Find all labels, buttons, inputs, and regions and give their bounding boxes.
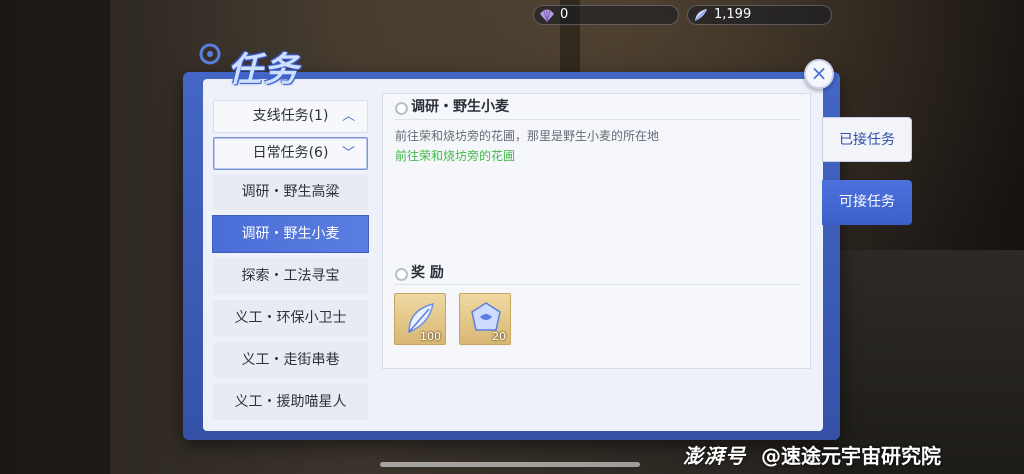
quest-item[interactable]: 义工・环保小卫士 [213, 300, 368, 336]
feather-icon [694, 9, 707, 22]
chevron-down-icon: ﹀ [341, 146, 355, 161]
watermark-brand: 澎湃号 [683, 444, 746, 468]
currency-shell: 0 [533, 5, 679, 25]
reward-count: 20 [492, 330, 506, 343]
quest-item[interactable]: 义工・援助喵星人 [213, 384, 368, 420]
currency-feather: 1,199 [687, 5, 832, 25]
panel-title: 任务 [196, 40, 366, 90]
category-label: 日常任务(6) [252, 145, 329, 161]
shell-icon [540, 9, 554, 23]
quest-item[interactable]: 探索・工法寻宝 [213, 258, 368, 294]
watermark-text: @速途元宇宙研究院 [760, 444, 941, 468]
tab-available-quests[interactable]: 可接任务 [822, 180, 912, 225]
quest-item[interactable]: 调研・野生高粱 [213, 174, 368, 210]
scene-shadow-left [0, 0, 110, 474]
quest-detail: 调研・野生小麦 前往荣和烧坊旁的花圃，那里是野生小麦的所在地 前往荣和烧坊旁的花… [382, 93, 811, 369]
quest-item-label: 义工・走街串巷 [241, 352, 340, 368]
quest-item-label: 调研・野生小麦 [241, 226, 340, 242]
quest-target[interactable]: 前往荣和烧坊旁的花圃 [395, 147, 515, 164]
watermark: 澎湃号 @速途元宇宙研究院 [683, 440, 941, 470]
tab-label: 可接任务 [839, 194, 895, 210]
quest-list: 支线任务(1) ︿ 日常任务(6) ﹀ 调研・野生高粱 调研・野生小麦 探索・工… [213, 100, 368, 426]
close-icon: × [810, 61, 828, 85]
divider [395, 119, 800, 120]
chevron-up-icon: ︿ [341, 109, 355, 124]
home-indicator[interactable] [380, 462, 640, 467]
close-button[interactable]: × [804, 59, 834, 89]
quest-item-label: 调研・野生高粱 [241, 184, 340, 200]
currency-shell-value: 0 [560, 7, 569, 22]
quest-item-selected[interactable]: 调研・野生小麦 [213, 216, 368, 252]
category-side-quests[interactable]: 支线任务(1) ︿ [213, 100, 368, 133]
tab-label: 已接任务 [839, 132, 895, 148]
quest-item-label: 义工・援助喵星人 [234, 394, 347, 410]
divider [395, 284, 800, 285]
panel-title-text: 任务 [228, 50, 300, 90]
rewards-title: 奖 励 [395, 264, 444, 282]
currency-feather-value: 1,199 [714, 7, 752, 22]
quest-detail-title: 调研・野生小麦 [395, 98, 509, 116]
category-label: 支线任务(1) [252, 108, 329, 124]
reward-slot[interactable]: 100 [394, 293, 446, 345]
category-daily-quests[interactable]: 日常任务(6) ﹀ [213, 137, 368, 170]
quest-item[interactable]: 义工・走街串巷 [213, 342, 368, 378]
quest-description: 前往荣和烧坊旁的花圃，那里是野生小麦的所在地 [395, 129, 660, 143]
reward-count: 100 [420, 330, 441, 343]
tab-accepted-quests[interactable]: 已接任务 [822, 117, 912, 162]
quest-item-label: 义工・环保小卫士 [234, 310, 347, 326]
quest-item-label: 探索・工法寻宝 [241, 268, 340, 284]
reward-slot[interactable]: 20 [459, 293, 511, 345]
